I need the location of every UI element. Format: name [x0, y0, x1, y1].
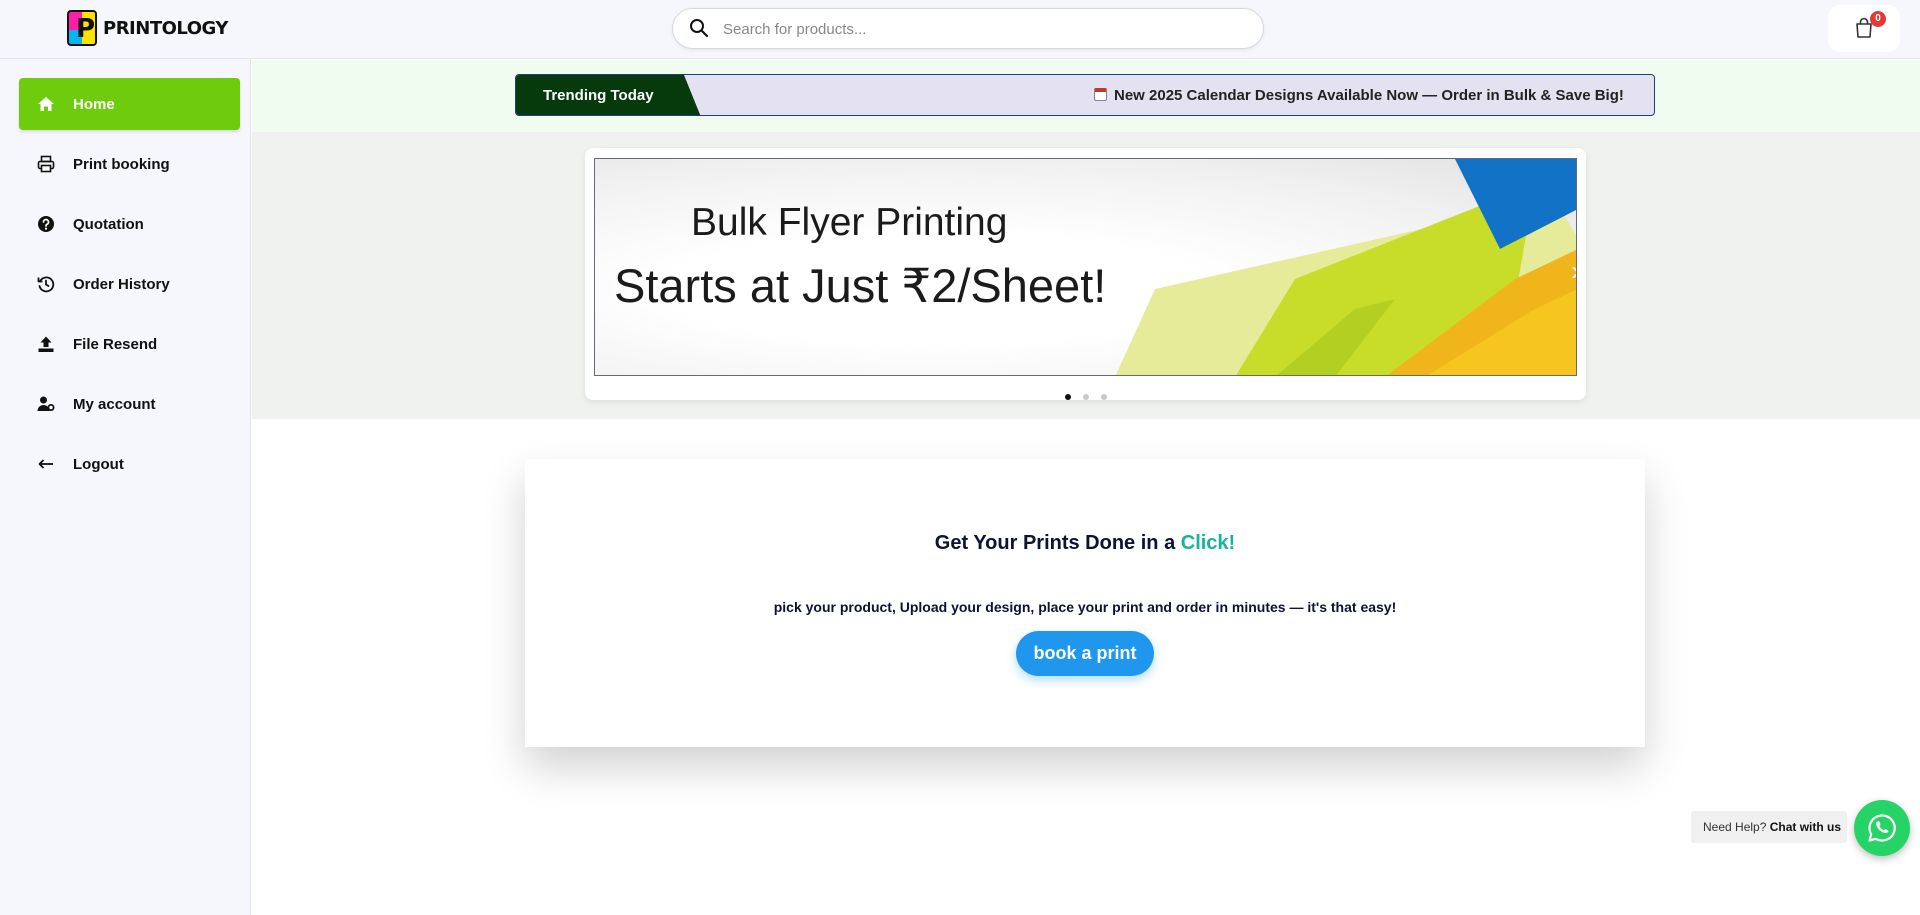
sidebar: Home Print booking Quotation Order Histo… — [0, 59, 251, 915]
trending-message[interactable]: New 2025 Calendar Designs Available Now … — [1094, 87, 1624, 104]
cta-title-accent: Click! — [1180, 532, 1236, 554]
history-icon — [37, 276, 55, 293]
sidebar-item-label: My account — [73, 395, 156, 413]
whatsapp-button[interactable] — [1854, 800, 1910, 856]
search-input[interactable] — [723, 17, 1243, 41]
sidebar-item-print-booking[interactable]: Print booking — [19, 138, 240, 190]
search-icon — [690, 19, 709, 38]
sidebar-item-home[interactable]: Home — [19, 78, 240, 130]
sidebar-item-label: Print booking — [73, 155, 170, 173]
chat-with-us-link: Chat with us — [1769, 820, 1842, 834]
upload-icon — [38, 336, 54, 352]
carousel-dot-2[interactable] — [1083, 394, 1089, 400]
trending-label: Trending Today — [543, 87, 654, 104]
cart-button[interactable]: 0 — [1828, 5, 1900, 52]
home-icon — [38, 97, 54, 111]
help-prefix: Need Help? — [1703, 820, 1767, 834]
whatsapp-icon — [1868, 814, 1896, 842]
sidebar-item-label: Quotation — [73, 215, 144, 233]
banner-price-line: Starts at Just ₹2/Sheet! — [614, 259, 1107, 312]
user-cog-icon — [37, 396, 55, 411]
trending-label-tag: Trending Today — [516, 75, 701, 115]
arrow-left-icon — [38, 459, 53, 469]
book-a-print-button[interactable]: book a print — [1016, 631, 1154, 676]
cart-count-badge: 0 — [1870, 11, 1886, 27]
cta-title-prefix: Get Your Prints Done in a — [934, 532, 1181, 554]
sidebar-item-file-resend[interactable]: File Resend — [19, 318, 240, 370]
carousel-dots — [585, 394, 1586, 404]
sidebar-item-logout[interactable]: Logout — [19, 438, 240, 490]
sidebar-item-label: File Resend — [73, 335, 158, 353]
carousel-dot-3[interactable] — [1101, 394, 1107, 400]
cta-subtitle: pick your product, Upload your design, p… — [773, 599, 1397, 615]
banner-headline: Bulk Flyer Printing — [691, 201, 1008, 244]
calendar-icon — [1094, 88, 1107, 101]
search-bar[interactable] — [672, 8, 1264, 49]
sidebar-item-label: Order History — [73, 275, 170, 293]
cta-title: Get Your Prints Done in a Click! — [525, 532, 1645, 555]
sidebar-item-quotation[interactable]: Quotation — [19, 198, 240, 250]
promo-carousel: Bulk Flyer Printing Starts at Just ₹2/Sh… — [585, 148, 1586, 400]
sidebar-item-label: Home — [73, 95, 115, 113]
sidebar-item-order-history[interactable]: Order History — [19, 258, 240, 310]
cta-card: Get Your Prints Done in a Click! pick yo… — [525, 459, 1645, 747]
carousel-next-icon[interactable]: › — [1571, 257, 1576, 285]
trending-message-text: New 2025 Calendar Designs Available Now … — [1114, 87, 1624, 104]
brand-name: PRINTOLOGY — [103, 17, 228, 39]
logo-mark-icon: P — [67, 10, 97, 46]
question-icon — [38, 216, 54, 232]
promo-banner[interactable]: Bulk Flyer Printing Starts at Just ₹2/Sh… — [594, 158, 1577, 376]
top-header: P PRINTOLOGY 0 — [0, 0, 1920, 59]
carousel-dot-1[interactable] — [1065, 394, 1071, 400]
brand-logo[interactable]: P PRINTOLOGY — [67, 10, 228, 46]
help-chat-label[interactable]: Need Help? Chat with us — [1691, 811, 1847, 843]
printer-icon — [37, 155, 55, 173]
sidebar-item-my-account[interactable]: My account — [19, 378, 240, 430]
trending-ticker: Trending Today New 2025 Calendar Designs… — [515, 74, 1655, 116]
sidebar-item-label: Logout — [73, 455, 124, 473]
